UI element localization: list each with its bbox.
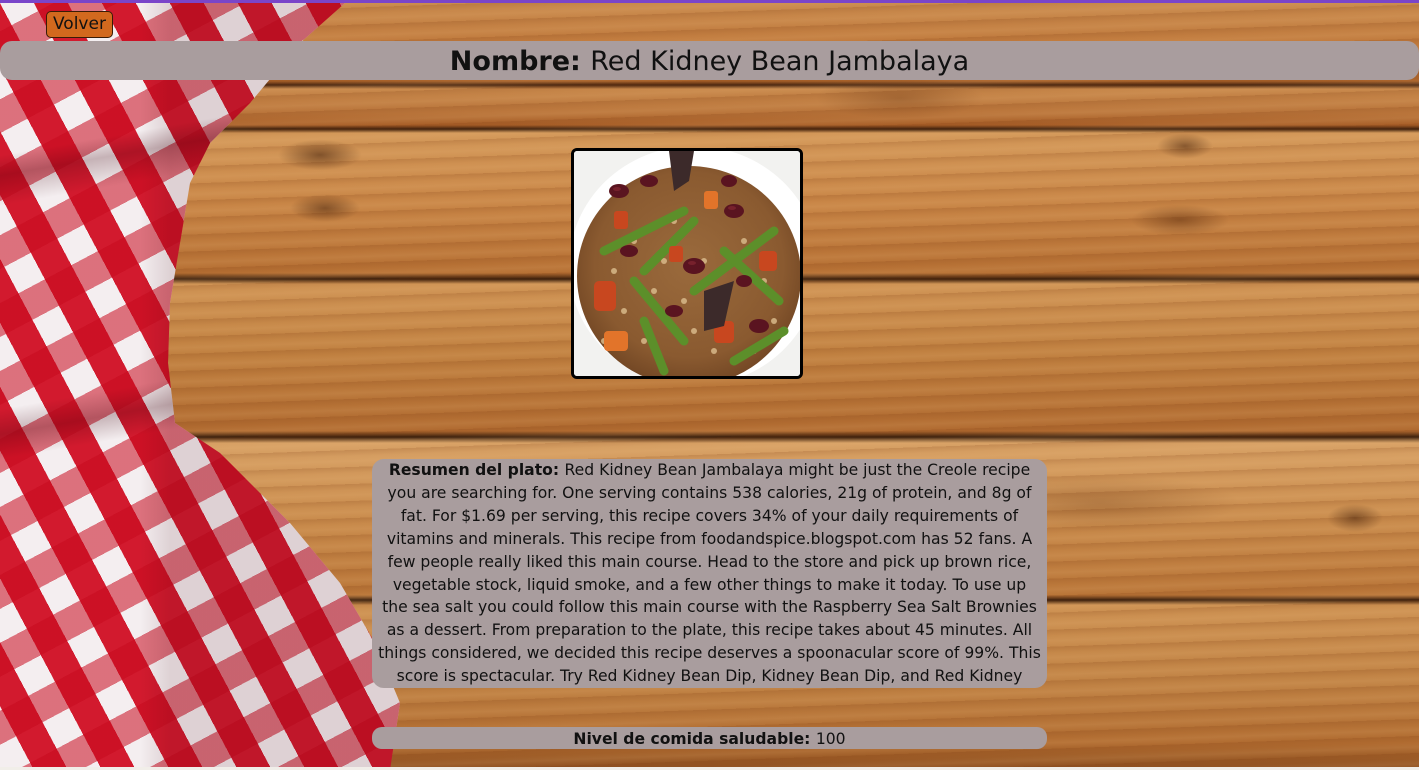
recipe-name: Red Kidney Bean Jambalaya <box>590 46 970 77</box>
summary-label: Resumen del plato: <box>388 461 565 479</box>
back-button[interactable]: Volver <box>46 11 113 38</box>
recipe-name-label: Nombre: <box>449 46 591 77</box>
recipe-summary: Resumen del plato: Red Kidney Bean Jamba… <box>372 459 1047 688</box>
recipe-image <box>571 148 803 379</box>
recipe-title-bar: Nombre: Red Kidney Bean Jambalaya <box>0 41 1419 80</box>
jambalaya-dish-illustration <box>574 151 800 376</box>
summary-text: Red Kidney Bean Jambalaya might be just … <box>378 461 1041 686</box>
health-score-bar: Nivel de comida saludable: 100 <box>372 727 1047 749</box>
health-score-value: 100 <box>815 730 846 748</box>
health-score-label: Nivel de comida saludable: <box>573 730 816 748</box>
